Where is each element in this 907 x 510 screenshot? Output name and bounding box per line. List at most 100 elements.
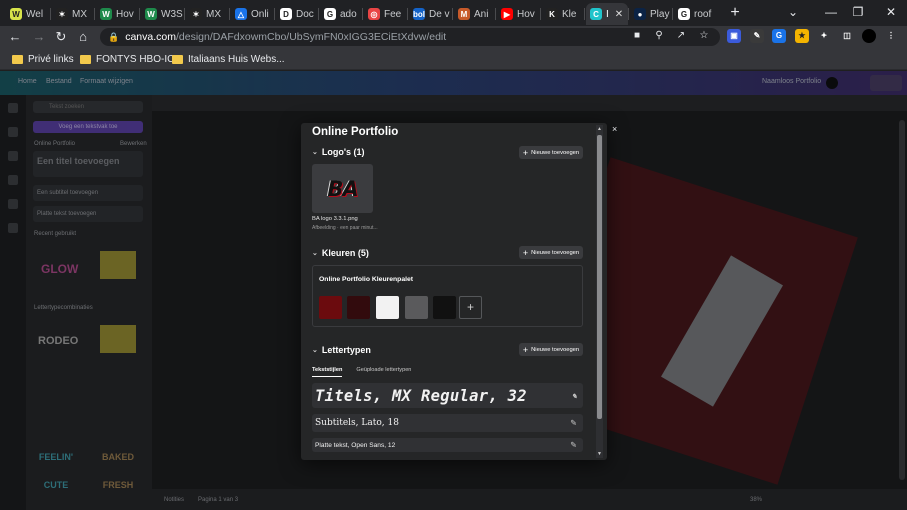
plus-icon: +: [522, 344, 529, 355]
subtitle-style-row[interactable]: Subtitels, Lato, 18 ✎: [312, 414, 583, 432]
browser-tab[interactable]: ✶ MX: [186, 3, 229, 25]
canva-avatar[interactable]: [826, 77, 838, 89]
browser-tab[interactable]: bol De v: [409, 3, 452, 25]
notes-button[interactable]: Notities: [164, 497, 184, 503]
chrome-menu-icon[interactable]: ⋮: [884, 29, 898, 43]
font-preset-glow[interactable]: GLOW: [41, 255, 78, 283]
font-preset-yellow-2[interactable]: [100, 325, 136, 353]
browser-tab[interactable]: K Kle: [542, 3, 584, 25]
logos-section-header[interactable]: ⌄ Logo's (1): [312, 147, 365, 157]
extension-video-icon[interactable]: ▣: [727, 29, 741, 43]
color-swatch[interactable]: [319, 296, 342, 319]
menu-resize[interactable]: Formaat wijzigen: [80, 78, 133, 85]
translate-icon[interactable]: G: [772, 29, 786, 43]
browser-tab[interactable]: W Wel: [6, 3, 50, 25]
add-swatch-button[interactable]: +: [459, 296, 482, 319]
tab-text-styles[interactable]: Tekststijlen: [312, 367, 343, 377]
browser-tab[interactable]: W Hov: [96, 3, 139, 25]
design-name[interactable]: Naamloos Portfolio: [762, 78, 821, 85]
font-preset-baked-fresh[interactable]: BAKED FRESH: [100, 443, 136, 490]
browser-tab[interactable]: M Ani: [454, 3, 495, 25]
add-color-button[interactable]: + Nieuwe toevoegen: [519, 246, 583, 259]
font-preset-dark[interactable]: [38, 385, 74, 413]
elements-icon[interactable]: [8, 127, 18, 137]
add-subtitle-row[interactable]: Een subtitel toevoegen: [33, 185, 143, 201]
scroll-down-icon[interactable]: ▼: [597, 451, 602, 457]
add-logo-button[interactable]: + Nieuwe toevoegen: [519, 146, 583, 159]
url-host: canva.com: [125, 31, 176, 43]
browser-tab[interactable]: ✶ MX: [52, 3, 94, 25]
minimize-button[interactable]: —: [820, 3, 842, 21]
colors-section-header[interactable]: ⌄ Kleuren (5): [312, 248, 369, 258]
menu-home[interactable]: Home: [18, 78, 37, 85]
add-textbox-button[interactable]: Voeg een tekstvak toe: [33, 121, 143, 133]
brand-icon[interactable]: [8, 151, 18, 161]
brand-kit-edit-link[interactable]: Bewerken: [120, 141, 147, 147]
reload-icon[interactable]: ↻: [52, 28, 70, 46]
canvas-scrollbar[interactable]: [899, 120, 905, 480]
browser-tab[interactable]: Gado: [320, 3, 362, 25]
profile-avatar[interactable]: [862, 29, 876, 43]
design-icon[interactable]: [8, 103, 18, 113]
font-preset-feelin-cute[interactable]: FEELIN' CUTE: [38, 443, 74, 490]
share-button[interactable]: [870, 75, 902, 91]
camera-icon[interactable]: ■: [630, 29, 644, 43]
zoom-level[interactable]: 38%: [750, 497, 762, 503]
extensions-puzzle-icon[interactable]: ✦: [817, 29, 831, 43]
share-icon[interactable]: ↗: [674, 29, 688, 43]
browser-tab[interactable]: ◎ Fee: [364, 3, 407, 25]
new-tab-button[interactable]: +: [726, 4, 744, 22]
menu-file[interactable]: Bestand: [46, 78, 72, 85]
home-icon[interactable]: ⌂: [74, 28, 92, 46]
color-swatch[interactable]: [376, 296, 399, 319]
font-preset-yellow[interactable]: [100, 251, 136, 279]
tab-uploaded-fonts[interactable]: Geüploade lettertypen: [356, 367, 411, 377]
edit-pencil-icon[interactable]: ✎: [570, 441, 577, 450]
restore-button[interactable]: ❐: [847, 3, 869, 21]
browser-tab[interactable]: ▶ Hov: [497, 3, 540, 25]
side-panel-icon[interactable]: ◫: [840, 29, 854, 43]
dialog-scroll-thumb[interactable]: [597, 135, 602, 419]
address-bar[interactable]: 🔒 canva.com/design/DAFdxowmCbo/UbSymFN0x…: [100, 28, 720, 46]
close-tab-icon[interactable]: ✕: [615, 9, 623, 20]
color-swatch[interactable]: [347, 296, 370, 319]
add-body-row[interactable]: Platte tekst toevoegen: [33, 206, 143, 222]
title-style-row[interactable]: Titels, MX Regular, 32 ✎: [312, 383, 583, 408]
dialog-close-button[interactable]: ×: [612, 124, 617, 134]
browser-tab[interactable]: D Doc: [276, 3, 318, 25]
add-title-row[interactable]: Een titel toevoegen: [33, 151, 143, 177]
scroll-up-icon[interactable]: ▲: [597, 126, 602, 132]
browser-tab[interactable]: △ Onli: [231, 3, 274, 25]
bookmark-star-icon[interactable]: ☆: [697, 29, 711, 43]
bookmark-folder-italiaans[interactable]: Italiaans Huis Webs...: [172, 52, 285, 66]
zoom-icon[interactable]: ⚲: [652, 29, 666, 43]
add-font-button[interactable]: + Nieuwe toevoegen: [519, 343, 583, 356]
text-icon[interactable]: [8, 175, 18, 185]
browser-tab[interactable]: Groof: [674, 3, 716, 25]
browser-tab[interactable]: ● Play: [630, 3, 672, 25]
text-search-input[interactable]: Tekst zoeken: [33, 101, 143, 113]
tab-label: Wel: [26, 8, 44, 20]
browser-tab[interactable]: W W3S: [141, 3, 184, 25]
font-preset-rodeo[interactable]: RODEO: [38, 327, 78, 355]
edit-pencil-icon[interactable]: ✎: [570, 419, 577, 428]
chevron-down-icon: ⌄: [312, 250, 318, 257]
edit-pencil-icon[interactable]: ✎: [572, 391, 577, 400]
uploads-icon[interactable]: [8, 199, 18, 209]
font-preset-script[interactable]: [100, 385, 136, 413]
bookmark-folder-fontys[interactable]: FONTYS HBO-ICT: [80, 52, 180, 66]
forward-icon[interactable]: →: [30, 28, 48, 46]
logo-thumbnail[interactable]: BA: [312, 164, 373, 213]
color-swatch[interactable]: [433, 296, 456, 319]
back-icon[interactable]: ←: [6, 28, 24, 46]
body-style-row[interactable]: Platte tekst, Open Sans, 12 ✎: [312, 438, 583, 452]
tab-search-button[interactable]: ⌄: [782, 3, 804, 21]
apps-icon[interactable]: [8, 223, 18, 233]
color-swatch[interactable]: [405, 296, 428, 319]
close-window-button[interactable]: ✕: [880, 3, 902, 21]
bookmark-folder-prive[interactable]: Privé links: [12, 52, 74, 66]
browser-tab[interactable]: C I ✕: [586, 3, 628, 25]
fonts-section-header[interactable]: ⌄ Lettertypen: [312, 345, 371, 355]
extension-badge-icon[interactable]: ★: [795, 29, 809, 43]
extension-pen-icon[interactable]: ✎: [750, 29, 764, 43]
